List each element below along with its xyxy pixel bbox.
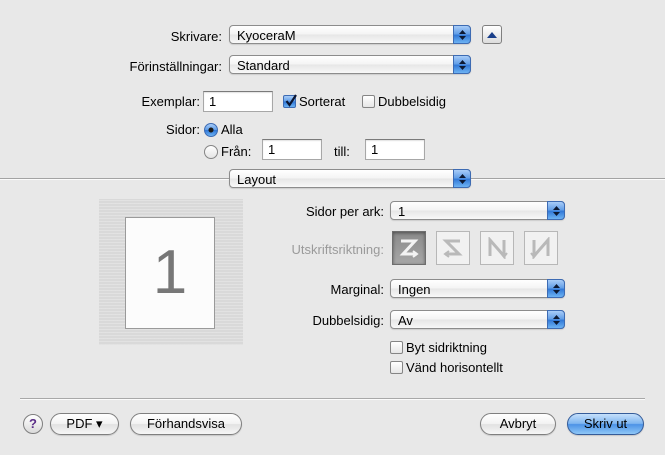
orientation-reverse-n-button[interactable] — [524, 231, 558, 265]
orientation-s-button[interactable] — [436, 231, 470, 265]
preview-page-number: 1 — [152, 238, 188, 307]
pages-all-radio[interactable] — [204, 123, 218, 137]
pages-from-radio[interactable] — [204, 145, 218, 159]
popup-arrows-icon — [547, 201, 565, 220]
copies-input[interactable] — [204, 92, 272, 111]
layout-s-icon — [442, 239, 463, 258]
reverse-orientation-checkbox[interactable] — [390, 341, 403, 354]
disclosure-button[interactable] — [482, 25, 502, 44]
orientation-z-button[interactable] — [392, 231, 426, 265]
section-popup[interactable]: Layout — [229, 169, 471, 188]
duplex-checkbox[interactable] — [362, 95, 375, 108]
printer-label: Skrivare: — [170, 29, 222, 44]
triangle-up-icon — [487, 32, 497, 38]
pages-per-sheet-label: Sidor per ark: — [305, 204, 384, 219]
border-value: Ingen — [398, 282, 431, 297]
pages-to-input[interactable] — [366, 140, 424, 159]
pages-per-sheet-popup[interactable]: 1 — [390, 201, 565, 220]
popup-arrows-icon — [453, 55, 471, 74]
popup-arrows-icon — [453, 25, 471, 44]
presets-label: Förinställningar: — [129, 59, 223, 74]
border-popup[interactable]: Ingen — [390, 279, 565, 298]
orientation-n-button[interactable] — [480, 231, 514, 265]
checkmark-icon — [285, 94, 297, 107]
preview-button[interactable]: Förhandsvisa — [130, 413, 242, 435]
print-button[interactable]: Skriv ut — [567, 413, 644, 435]
cancel-button[interactable]: Avbryt — [480, 413, 556, 435]
presets-popup[interactable]: Standard — [229, 55, 471, 74]
two-sided-value: Av — [398, 313, 413, 328]
popup-arrows-icon — [453, 169, 471, 188]
popup-arrows-icon — [547, 310, 565, 329]
help-icon: ? — [29, 416, 37, 431]
pages-to-label: till: — [334, 144, 350, 159]
pages-to-field[interactable] — [365, 139, 425, 160]
reverse-orientation-label: Byt sidriktning — [406, 340, 487, 355]
layout-reverse-n-icon — [530, 237, 550, 259]
two-sided-label: Dubbelsidig: — [312, 313, 384, 328]
duplex-label: Dubbelsidig — [378, 94, 446, 109]
orientation-label: Utskriftsriktning: — [291, 242, 384, 257]
section-value: Layout — [237, 172, 277, 187]
pages-label: Sidor: — [166, 122, 200, 137]
pages-from-label: Från: — [221, 144, 252, 159]
collated-label: Sorterat — [299, 94, 346, 109]
two-sided-popup[interactable]: Av — [390, 310, 565, 329]
printer-value: KyoceraM — [237, 28, 296, 43]
preview-area: 1 — [99, 199, 243, 345]
pages-per-sheet-value: 1 — [398, 204, 406, 219]
help-button[interactable]: ? — [23, 414, 43, 434]
pages-all-label: Alla — [221, 122, 243, 137]
pdf-button[interactable]: PDF ▾ — [50, 413, 119, 435]
copies-field[interactable] — [203, 91, 273, 112]
presets-value: Standard — [237, 58, 290, 73]
collated-checkbox[interactable] — [283, 94, 297, 108]
preview-page: 1 — [125, 217, 215, 329]
footer-separator — [20, 398, 645, 400]
popup-arrows-icon — [547, 279, 565, 298]
flip-horizontally-checkbox[interactable] — [390, 361, 403, 374]
printer-popup[interactable]: KyoceraM — [229, 25, 471, 44]
layout-n-icon — [488, 237, 508, 259]
pages-from-input[interactable] — [263, 140, 321, 159]
copies-label: Exemplar: — [141, 94, 200, 109]
layout-z-icon — [399, 239, 419, 258]
border-label: Marginal: — [330, 282, 384, 297]
flip-horizontally-label: Vänd horisontellt — [406, 360, 503, 375]
pages-from-field[interactable] — [262, 139, 322, 160]
